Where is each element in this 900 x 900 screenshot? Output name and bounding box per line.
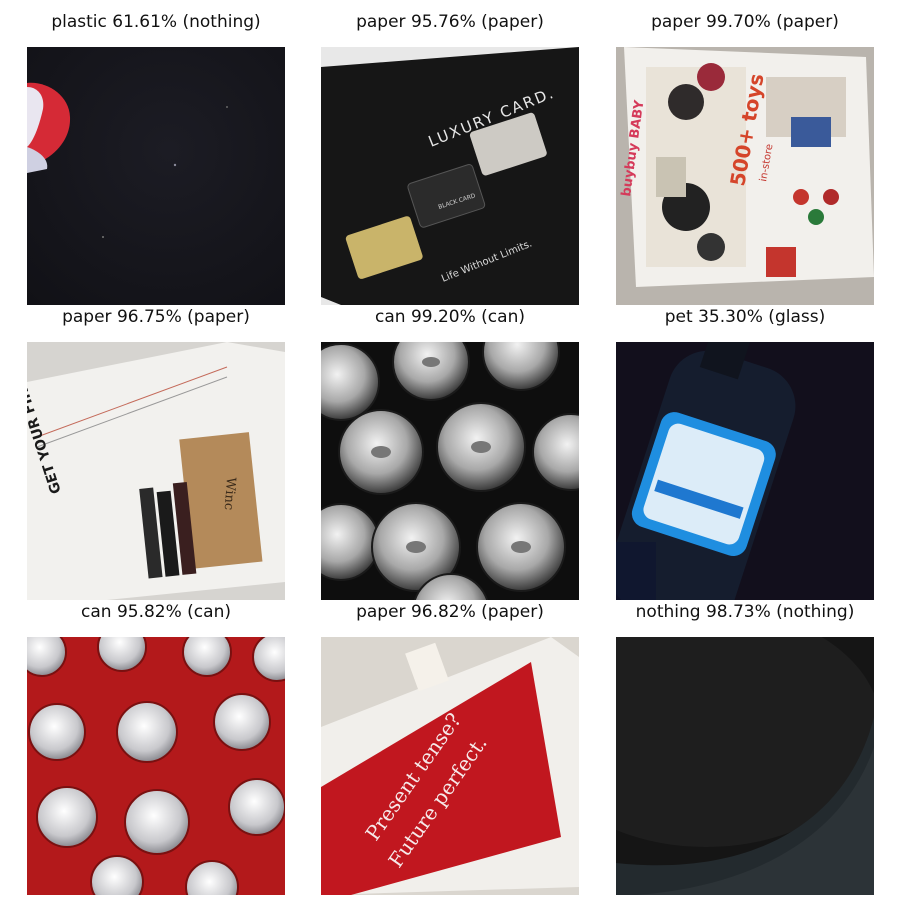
sample-image: LUXURY CARD. BLACK CARD Life Without Lim…: [321, 47, 579, 305]
sample-image: buybuy BABY 500+ toys in-store: [616, 47, 874, 305]
prediction-caption: pet 35.30% (glass): [664, 307, 826, 327]
sample-image: [27, 47, 285, 305]
prediction-caption: paper 95.76% (paper): [356, 12, 544, 32]
flyer-brand: Winc: [221, 477, 238, 511]
prediction-caption: paper 96.82% (paper): [356, 602, 544, 622]
sample-image: [616, 637, 874, 895]
prediction-caption: can 95.82% (can): [81, 602, 231, 622]
sample-image: [616, 342, 874, 600]
sample-image: GET YOUR FIRST 3 Winc: [27, 342, 285, 600]
sample-image: Present tense? Future perfect.: [321, 637, 579, 895]
sample-image: [321, 342, 579, 600]
prediction-caption: can 99.20% (can): [375, 307, 525, 327]
prediction-caption: paper 96.75% (paper): [62, 307, 250, 327]
prediction-grid: plastic 61.61% (nothing) paper 95.76% (p…: [0, 0, 900, 900]
prediction-caption: plastic 61.61% (nothing): [51, 12, 261, 32]
prediction-caption: paper 99.70% (paper): [651, 12, 839, 32]
sample-image: [27, 637, 285, 895]
prediction-caption: nothing 98.73% (nothing): [635, 602, 855, 622]
